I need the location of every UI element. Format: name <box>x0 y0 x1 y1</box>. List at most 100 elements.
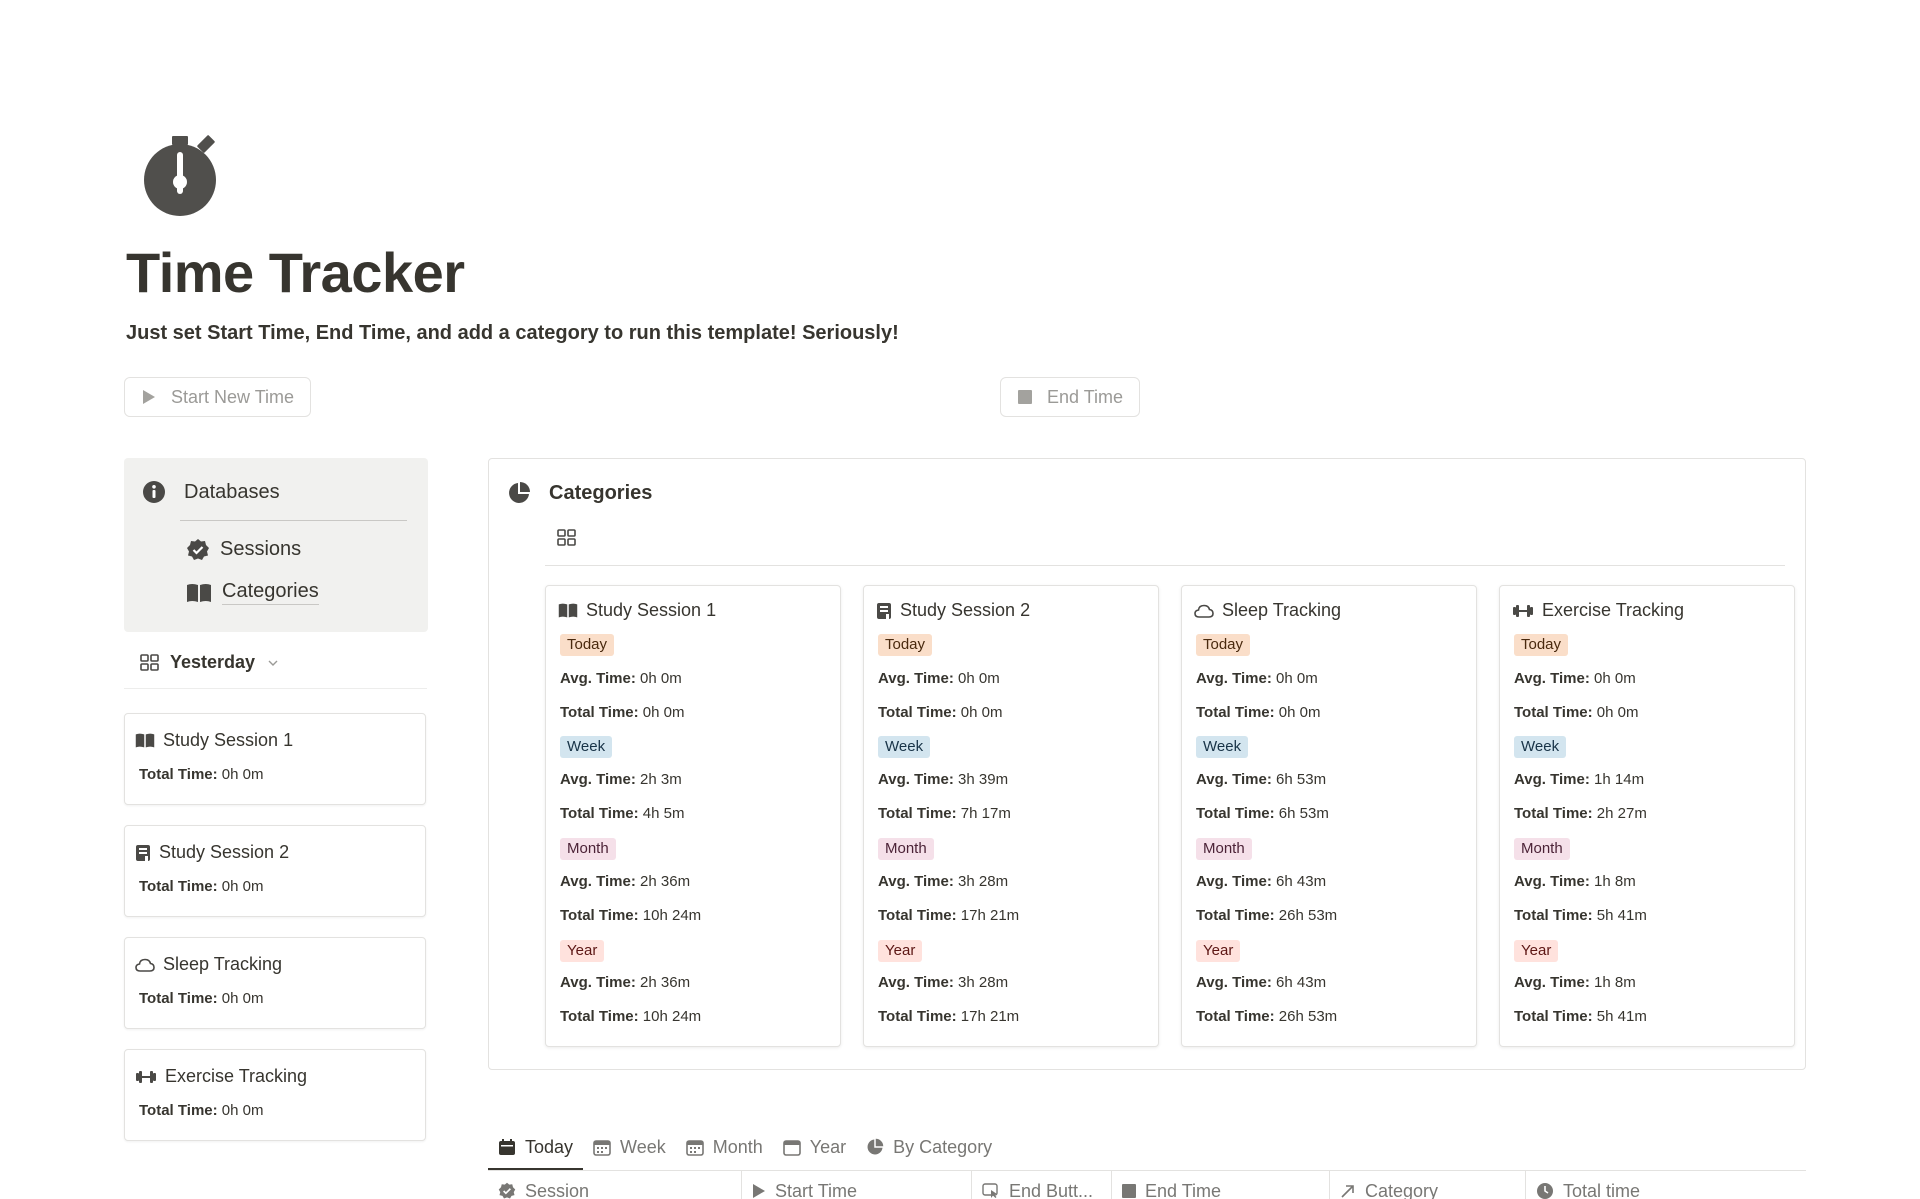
today-avg: Avg. Time: 0h 0m <box>878 670 1000 687</box>
tab-by-category[interactable]: By Category <box>856 1124 1002 1170</box>
pie-chart-icon <box>507 481 531 505</box>
week-tag: Week <box>878 736 931 758</box>
play-icon <box>141 389 157 405</box>
total-label: Total Time: <box>878 1008 957 1025</box>
yesterday-card[interactable]: Study Session 1 Total Time: 0h 0m <box>124 713 426 805</box>
tab-label: Year <box>809 1136 847 1157</box>
categories-link[interactable]: Categories <box>186 580 319 605</box>
page-title: Time Tracker <box>126 241 465 304</box>
month-tag: Month <box>1196 838 1252 860</box>
week-tag: Week <box>1196 736 1249 758</box>
category-card[interactable]: Sleep Tracking Today Avg. Time: 0h 0m To… <box>1181 585 1477 1047</box>
avg-label: Avg. Time: <box>878 771 954 788</box>
category-card[interactable]: Exercise Tracking Today Avg. Time: 0h 0m… <box>1499 585 1795 1047</box>
total-time-value: 0h 0m <box>221 990 264 1007</box>
column-header-end-button[interactable]: End Butt... <box>972 1171 1112 1199</box>
category-card-title: Sleep Tracking <box>1194 600 1341 621</box>
category-card[interactable]: Study Session 1 Today Avg. Time: 0h 0m T… <box>545 585 841 1047</box>
open-book-icon <box>135 732 155 749</box>
dumbbell-icon <box>1512 604 1534 618</box>
avg-value: 0h 0m <box>640 670 682 687</box>
category-name: Study Session 2 <box>900 600 1031 620</box>
view-divider <box>124 688 427 689</box>
tab-week[interactable]: Week <box>583 1124 676 1170</box>
yesterday-card[interactable]: Sleep Tracking Total Time: 0h 0m <box>124 937 426 1029</box>
today-tag: Today <box>560 634 615 656</box>
avg-label: Avg. Time: <box>878 974 954 991</box>
card-title-text: Study Session 1 <box>163 730 294 750</box>
open-book-icon <box>558 602 578 619</box>
view-tabs: Today Week Month Year By Category <box>488 1124 1002 1170</box>
avg-value: 3h 28m <box>958 873 1009 890</box>
avg-value: 2h 36m <box>640 873 691 890</box>
today-total: Total Time: 0h 0m <box>1196 704 1321 721</box>
total-time-value: 0h 0m <box>221 766 264 783</box>
pie-chart-icon <box>866 1138 884 1156</box>
today-tag: Today <box>878 634 933 656</box>
year-total: Total Time: 26h 53m <box>1196 1008 1337 1025</box>
tab-label: By Category <box>893 1136 993 1157</box>
avg-label: Avg. Time: <box>1514 873 1590 890</box>
month-tag: Month <box>1514 838 1570 860</box>
total-label: Total Time: <box>1514 704 1593 721</box>
avg-label: Avg. Time: <box>1196 670 1272 687</box>
total-value: 5h 41m <box>1596 907 1647 924</box>
total-value: 0h 0m <box>642 704 685 721</box>
tab-month[interactable]: Month <box>676 1124 773 1170</box>
total-time-value: 0h 0m <box>221 1102 264 1119</box>
start-new-time-button[interactable]: Start New Time <box>124 377 312 417</box>
calendar-icon <box>498 1138 516 1156</box>
column-header-category[interactable]: Category <box>1330 1171 1526 1199</box>
year-avg: Avg. Time: 3h 28m <box>878 974 1008 991</box>
open-book-icon <box>186 582 212 604</box>
total-value: 2h 27m <box>1596 805 1647 822</box>
categories-header: Categories <box>507 481 652 505</box>
avg-value: 0h 0m <box>1276 670 1318 687</box>
total-value: 6h 53m <box>1278 805 1329 822</box>
month-total: Total Time: 26h 53m <box>1196 907 1337 924</box>
column-header-session[interactable]: Session <box>488 1171 742 1199</box>
week-avg: Avg. Time: 1h 14m <box>1514 771 1644 788</box>
column-header-end-time[interactable]: End Time <box>1112 1171 1330 1199</box>
week-total: Total Time: 4h 5m <box>560 805 685 822</box>
total-label: Total Time: <box>1514 805 1593 822</box>
calendar-grid-icon <box>685 1138 704 1156</box>
card-title: Sleep Tracking <box>135 954 282 975</box>
tab-year[interactable]: Year <box>773 1124 856 1170</box>
category-card-title: Exercise Tracking <box>1512 600 1684 621</box>
category-card[interactable]: Study Session 2 Today Avg. Time: 0h 0m T… <box>863 585 1159 1047</box>
gallery-view-icon[interactable] <box>557 529 577 547</box>
avg-value: 0h 0m <box>1594 670 1636 687</box>
dumbbell-icon <box>135 1070 157 1084</box>
year-tag: Year <box>560 940 605 962</box>
avg-value: 0h 0m <box>958 670 1000 687</box>
avg-value: 2h 36m <box>640 974 691 991</box>
table-header-row: Session Start Time End Butt... End Time … <box>488 1171 1806 1199</box>
sessions-link[interactable]: Sessions <box>186 538 301 562</box>
card-title: Study Session 2 <box>135 842 289 863</box>
avg-label: Avg. Time: <box>878 873 954 890</box>
total-value: 10h 24m <box>642 907 702 924</box>
today-total: Total Time: 0h 0m <box>878 704 1003 721</box>
column-header-start-time[interactable]: Start Time <box>742 1171 972 1199</box>
avg-value: 2h 3m <box>640 771 682 788</box>
avg-value: 6h 53m <box>1276 771 1327 788</box>
stop-icon <box>1122 1184 1136 1198</box>
databases-divider <box>180 520 407 521</box>
yesterday-card[interactable]: Study Session 2 Total Time: 0h 0m <box>124 825 426 917</box>
total-time-label: Total Time: <box>139 990 218 1007</box>
column-header-total-time[interactable]: Total time <box>1526 1171 1806 1199</box>
week-avg: Avg. Time: 6h 53m <box>1196 771 1326 788</box>
tab-today[interactable]: Today <box>488 1124 584 1170</box>
end-time-button[interactable]: End Time <box>1000 377 1141 417</box>
card-title-text: Exercise Tracking <box>165 1066 308 1086</box>
gallery-icon <box>140 653 160 672</box>
total-time-label: Total Time: <box>139 766 218 783</box>
category-name: Study Session 1 <box>586 600 717 620</box>
end-time-label: End Time <box>1047 386 1124 407</box>
page-subtitle: Just set Start Time, End Time, and add a… <box>126 322 899 344</box>
yesterday-card[interactable]: Exercise Tracking Total Time: 0h 0m <box>124 1049 426 1141</box>
yesterday-view-selector[interactable]: Yesterday <box>140 652 279 673</box>
category-card-title: Study Session 1 <box>558 600 716 621</box>
year-tag: Year <box>878 940 923 962</box>
